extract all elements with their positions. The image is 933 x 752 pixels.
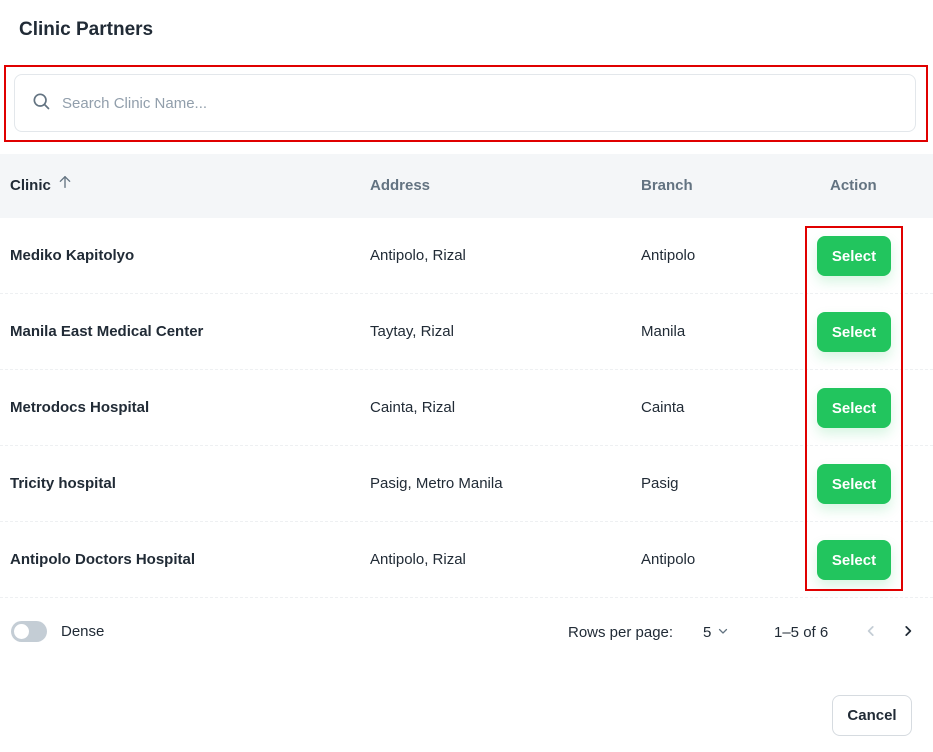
rows-per-page-select[interactable]: 5: [703, 624, 729, 641]
select-button[interactable]: Select: [817, 312, 891, 352]
cell-address: Pasig, Metro Manila: [370, 475, 503, 492]
column-header-branch[interactable]: Branch: [641, 154, 693, 218]
search-icon: [31, 91, 51, 116]
cell-address: Antipolo, Rizal: [370, 247, 466, 264]
dense-toggle[interactable]: [11, 621, 47, 642]
table-header: Clinic Address Branch Action: [0, 154, 933, 218]
column-header-address[interactable]: Address: [370, 154, 430, 218]
table-row[interactable]: Manila East Medical Center Taytay, Rizal…: [0, 294, 933, 370]
cell-branch: Manila: [641, 323, 686, 340]
arrow-up-icon: [57, 154, 73, 218]
cell-address: Cainta, Rizal: [370, 399, 456, 416]
rows-per-page-value: 5: [703, 624, 712, 641]
table-row[interactable]: Mediko Kapitolyo Antipolo, Rizal Antipol…: [0, 218, 933, 294]
cell-branch: Antipolo: [641, 551, 696, 568]
previous-page-button[interactable]: [860, 622, 882, 644]
chevron-down-icon: [717, 624, 729, 641]
search-field[interactable]: [14, 74, 916, 132]
dialog-title: Clinic Partners: [19, 19, 154, 40]
table-row[interactable]: Antipolo Doctors Hospital Antipolo, Riza…: [0, 522, 933, 598]
column-header-clinic-label: Clinic: [10, 177, 51, 194]
cell-branch: Cainta: [641, 399, 685, 416]
cell-clinic: Mediko Kapitolyo: [10, 247, 135, 264]
select-button[interactable]: Select: [817, 236, 891, 276]
chevron-left-icon: [864, 624, 878, 643]
cell-clinic: Metrodocs Hospital: [10, 399, 150, 416]
chevron-right-icon: [901, 624, 915, 643]
toggle-knob: [14, 624, 29, 639]
next-page-button[interactable]: [897, 622, 919, 644]
table-footer: Dense Rows per page: 5 1–5 of 6: [0, 598, 933, 668]
cell-branch: Antipolo: [641, 247, 696, 264]
select-button[interactable]: Select: [817, 540, 891, 580]
column-header-clinic[interactable]: Clinic: [10, 154, 73, 218]
rows-per-page-label: Rows per page:: [568, 624, 674, 641]
select-button[interactable]: Select: [817, 464, 891, 504]
table-row[interactable]: Metrodocs Hospital Cainta, Rizal Cainta …: [0, 370, 933, 446]
cell-clinic: Manila East Medical Center: [10, 323, 204, 340]
column-header-action: Action: [830, 177, 877, 194]
cell-address: Antipolo, Rizal: [370, 551, 466, 568]
cancel-button[interactable]: Cancel: [832, 695, 912, 736]
cell-branch: Pasig: [641, 475, 679, 492]
cell-clinic: Tricity hospital: [10, 475, 116, 492]
select-button[interactable]: Select: [817, 388, 891, 428]
search-input[interactable]: [62, 94, 862, 112]
pagination-range: 1–5 of 6: [774, 624, 829, 641]
dense-label: Dense: [61, 623, 105, 640]
cell-clinic: Antipolo Doctors Hospital: [10, 551, 195, 568]
cell-address: Taytay, Rizal: [370, 323, 454, 340]
table-row[interactable]: Tricity hospital Pasig, Metro Manila Pas…: [0, 446, 933, 522]
